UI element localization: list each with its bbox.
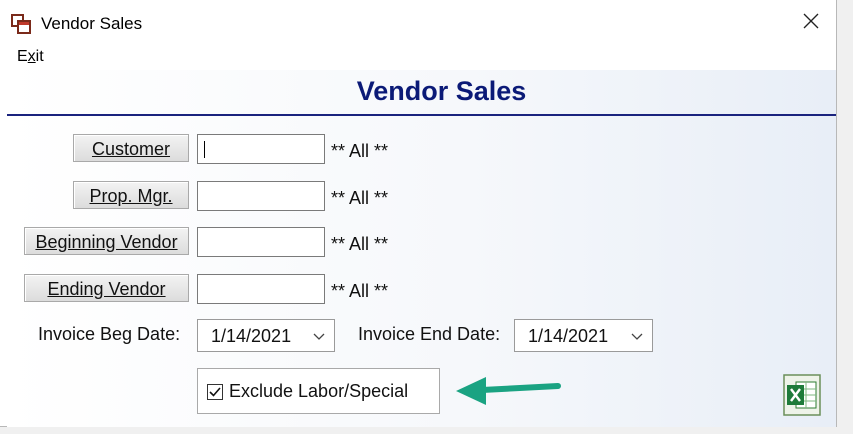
beginning-vendor-input[interactable] <box>197 227 325 257</box>
app-icon <box>11 14 31 34</box>
prop-mgr-button[interactable]: Prop. Mgr. <box>73 181 189 209</box>
prop-mgr-note: ** All ** <box>331 188 389 208</box>
close-icon[interactable] <box>800 10 822 32</box>
window-title: Vendor Sales <box>41 14 143 33</box>
text-caret <box>204 141 205 158</box>
chevron-down-icon <box>631 333 643 340</box>
invoice-end-date-value: 1/14/2021 <box>528 326 609 346</box>
invoice-beg-date-value: 1/14/2021 <box>211 326 292 346</box>
window: Vendor Sales Exit Vendor Sales Customer … <box>0 0 837 427</box>
exclude-labor-special-label[interactable]: Exclude Labor/Special <box>229 381 408 402</box>
form-title: Vendor Sales <box>356 76 527 106</box>
form-panel: Vendor Sales Customer ** All ** Prop. Mg… <box>7 70 836 427</box>
beginning-vendor-note: ** All ** <box>331 234 389 254</box>
title-divider <box>7 114 836 116</box>
beginning-vendor-button[interactable]: Beginning Vendor <box>24 227 189 255</box>
menu-bar: Exit <box>0 46 836 70</box>
invoice-end-date-select[interactable]: 1/14/2021 <box>514 319 653 352</box>
chevron-down-icon <box>313 333 325 340</box>
checkmark-icon <box>209 387 221 397</box>
ending-vendor-input[interactable] <box>197 274 325 304</box>
arrow-left-icon <box>456 377 561 405</box>
excel-icon[interactable] <box>783 374 821 416</box>
exclude-labor-special-group: Exclude Labor/Special <box>197 368 440 414</box>
invoice-beg-date-select[interactable]: 1/14/2021 <box>197 319 335 352</box>
menu-exit[interactable]: Exit <box>17 48 44 66</box>
title-bar: Vendor Sales <box>0 0 836 46</box>
prop-mgr-input[interactable] <box>197 181 325 211</box>
invoice-beg-date-label: Invoice Beg Date: <box>38 324 181 344</box>
customer-note: ** All ** <box>331 141 389 161</box>
invoice-end-date-label: Invoice End Date: <box>358 324 501 344</box>
customer-input[interactable] <box>197 134 325 164</box>
exclude-labor-special-checkbox[interactable] <box>207 384 223 400</box>
ending-vendor-button[interactable]: Ending Vendor <box>24 274 189 302</box>
ending-vendor-note: ** All ** <box>331 281 389 301</box>
customer-button[interactable]: Customer <box>73 134 189 162</box>
